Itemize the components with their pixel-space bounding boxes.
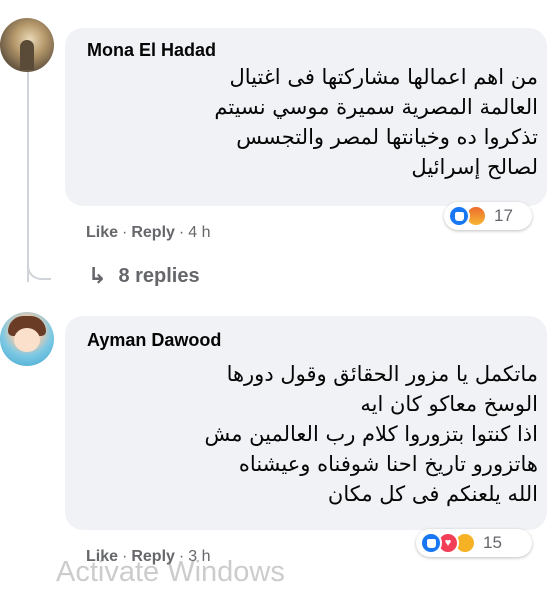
reactions-summary[interactable]: ♥ 15 [416, 529, 532, 557]
comment-text: من اهم اعمالها مشاركتها فى اغتيال العالم… [214, 65, 538, 179]
comment-author[interactable]: Mona El Hadad [87, 40, 216, 61]
avatar-figure [20, 40, 34, 70]
view-replies-link[interactable]: ↳ 8 replies [88, 263, 200, 289]
avatar[interactable] [0, 312, 54, 366]
separator: · [122, 224, 128, 241]
separator: · [178, 224, 185, 241]
like-button[interactable]: Like [86, 224, 118, 242]
thread-line [27, 60, 29, 282]
timestamp[interactable]: 4 h [188, 224, 210, 242]
like-icon [420, 532, 442, 554]
reactions-summary[interactable]: 17 [444, 202, 532, 230]
avatar-face [14, 328, 40, 352]
reply-arrow-icon: ↳ [88, 263, 107, 288]
like-icon [448, 205, 470, 227]
activate-windows-watermark: Activate Windows [56, 556, 285, 588]
comment-actions: Like · Reply · 4 h [86, 224, 211, 242]
reply-button[interactable]: Reply [131, 224, 175, 242]
avatar[interactable] [0, 18, 54, 72]
reaction-count: 15 [483, 533, 502, 552]
replies-count: 8 replies [118, 264, 200, 287]
comment-text: ماتكمل يا مزور الحقائق وقول دورها الوسخ … [204, 362, 538, 506]
reaction-count: 17 [494, 206, 513, 225]
comment-author[interactable]: Ayman Dawood [87, 330, 221, 351]
thread-curve [27, 250, 51, 280]
